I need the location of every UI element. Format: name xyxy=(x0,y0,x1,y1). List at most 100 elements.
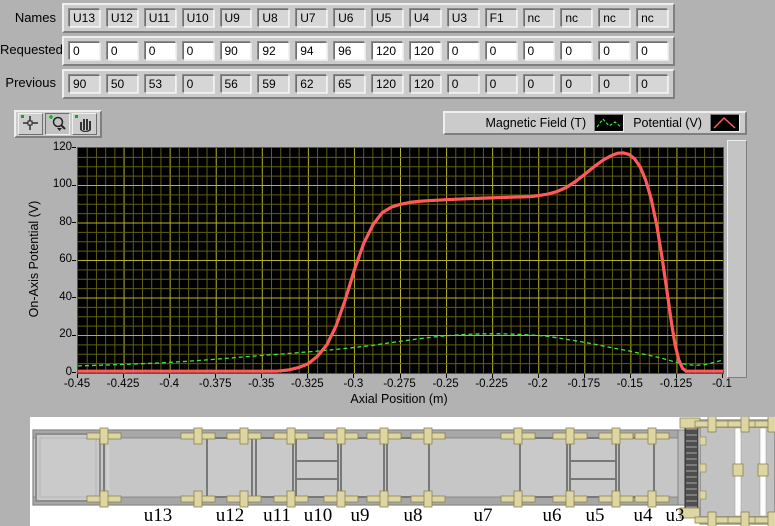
y-tick-label: 120 xyxy=(52,140,72,153)
requested-value-field[interactable]: 0 xyxy=(182,42,214,60)
name-cell: U9 xyxy=(220,9,252,27)
segment-label: u5 xyxy=(586,505,605,526)
y-tick-label: 100 xyxy=(52,178,72,190)
previous-value-cell: 62 xyxy=(296,75,328,93)
previous-value-cell: 120 xyxy=(372,75,403,93)
y-tick-label: 40 xyxy=(59,290,72,303)
x-tick-label: -0.375 xyxy=(198,378,232,390)
name-cell: U8 xyxy=(258,9,290,27)
previous-value-cell: 0 xyxy=(637,75,668,93)
previous-value-cell: 59 xyxy=(258,75,290,93)
requested-value-field[interactable]: 0 xyxy=(637,42,668,60)
previous-value-cell: 0 xyxy=(182,75,214,93)
segment-label: u7 xyxy=(474,505,493,526)
electrode-stack-drawing: u13 u12 u11 u10 u9 u8 u7 u6 u5 u4 u3 xyxy=(30,415,775,526)
previous-value-cell: 50 xyxy=(106,75,138,93)
segment-label: u12 xyxy=(216,505,245,526)
name-cell: U11 xyxy=(144,9,176,27)
legend-label-magnetic-field: Magnetic Field (T) xyxy=(485,116,587,130)
segment-label: u8 xyxy=(404,505,423,526)
electrode-segment xyxy=(340,437,385,498)
plot-area[interactable] xyxy=(77,147,724,374)
electrode-segment xyxy=(618,437,655,498)
requested-value-field[interactable]: 120 xyxy=(372,42,403,60)
requested-value-field[interactable]: 0 xyxy=(106,42,138,60)
dashed-line-sample-icon xyxy=(596,118,622,128)
electrode-stack-svg: u13 u12 u11 u10 u9 u8 u7 u6 u5 u4 u3 xyxy=(32,415,775,526)
segment-label: u4 xyxy=(634,505,654,526)
name-cell: U6 xyxy=(334,9,365,27)
x-axis-title: Axial Position (m) xyxy=(350,392,448,406)
x-tick-label: -0.175 xyxy=(567,378,601,390)
x-tick-label: -0.15 xyxy=(616,378,643,390)
x-tick-label: -0.45 xyxy=(63,378,91,390)
requested-value-field[interactable]: 0 xyxy=(485,42,517,60)
front-panel: Names U13 U12 U11 U10 U9 U8 U7 U6 U5 U4 U3 F1 nc nc nc… xyxy=(0,0,775,526)
segment-label: u9 xyxy=(351,505,370,526)
y-axis-tick-labels: 0 20 40 60 80 100 120 xyxy=(38,0,72,400)
electrode-segment xyxy=(386,437,430,498)
left-end-cap xyxy=(35,433,101,502)
legend-entry-potential[interactable]: Potential (V) xyxy=(633,114,740,132)
requested-value-field[interactable]: 90 xyxy=(220,42,252,60)
requested-value-field[interactable]: 94 xyxy=(296,42,328,60)
electrode-segment xyxy=(519,437,568,498)
x-tick-label: -0.2 xyxy=(527,378,548,390)
requested-value-field[interactable]: 0 xyxy=(561,42,593,60)
segment-label: u11 xyxy=(263,505,291,526)
x-tick-label: -0.3 xyxy=(343,378,364,390)
y-tick-label: 60 xyxy=(59,253,72,265)
y-tick-label: 0 xyxy=(65,365,72,378)
name-cell: U3 xyxy=(447,9,479,27)
name-cell: U7 xyxy=(296,9,328,27)
requested-value-field[interactable]: 120 xyxy=(409,42,441,60)
name-cell: nc xyxy=(523,9,555,27)
x-axis-tick-labels: -0.45 -0.425 -0.4 -0.375 -0.35 -0.325 -0.3 -0.2… xyxy=(0,378,775,392)
previous-value-cell: 53 xyxy=(144,75,176,93)
requested-value-field[interactable]: 96 xyxy=(334,42,365,60)
previous-value-cell: 120 xyxy=(409,75,441,93)
right-chamber-block xyxy=(699,419,775,525)
requested-value-field[interactable]: 0 xyxy=(599,42,631,60)
hand-icon xyxy=(75,115,91,133)
requested-row: 0 0 0 0 90 92 94 96 120 120 0 0 0 0 0 0 xyxy=(62,36,675,66)
previous-value-cell: 56 xyxy=(220,75,252,93)
requested-value-field[interactable]: 0 xyxy=(523,42,555,60)
legend-label-potential: Potential (V) xyxy=(633,116,702,130)
previous-value-cell: 0 xyxy=(599,75,631,93)
name-cell: nc xyxy=(561,9,593,27)
name-cell: U4 xyxy=(409,9,441,27)
segment-label: u3 xyxy=(666,505,685,526)
previous-value-cell: 0 xyxy=(447,75,479,93)
requested-value-field[interactable]: 0 xyxy=(447,42,479,60)
y-tick-label: 20 xyxy=(59,328,72,340)
segment-label: u10 xyxy=(304,505,333,526)
previous-value-cell: 0 xyxy=(561,75,593,93)
requested-value-field[interactable]: 92 xyxy=(258,42,290,60)
x-tick-label: -0.35 xyxy=(248,378,275,390)
previous-value-cell: 0 xyxy=(485,75,517,93)
plot-legend: Magnetic Field (T) Potential (V) xyxy=(443,111,747,135)
segment-label: u6 xyxy=(543,505,562,526)
previous-row: 90 50 53 0 56 59 62 65 120 120 0 0 0 0 0 0 xyxy=(62,69,675,99)
legend-sample-potential[interactable] xyxy=(710,114,740,132)
y-tick-label: 80 xyxy=(59,215,72,228)
requested-value-field[interactable]: 0 xyxy=(69,42,100,60)
legend-entry-magnetic-field[interactable]: Magnetic Field (T) xyxy=(485,114,625,132)
x-tick-label: -0.425 xyxy=(106,378,140,390)
name-cell: nc xyxy=(599,9,631,27)
requested-value-field[interactable]: 0 xyxy=(144,42,176,60)
x-tick-label: -0.125 xyxy=(659,378,693,390)
plot-canvas[interactable] xyxy=(77,148,724,373)
name-cell: nc xyxy=(637,9,668,27)
legend-sample-magnetic-field[interactable] xyxy=(594,114,625,132)
name-cell: F1 xyxy=(485,9,517,27)
previous-value-cell: 0 xyxy=(523,75,555,93)
electrode-segment xyxy=(206,437,253,498)
pan-tool-button[interactable] xyxy=(72,113,97,135)
electrode-segment xyxy=(569,437,617,498)
electrode-segment xyxy=(295,437,339,498)
solid-line-sample-icon xyxy=(713,116,736,129)
x-tick-label: -0.325 xyxy=(291,378,324,390)
x-tick-label: -0.25 xyxy=(432,378,459,390)
